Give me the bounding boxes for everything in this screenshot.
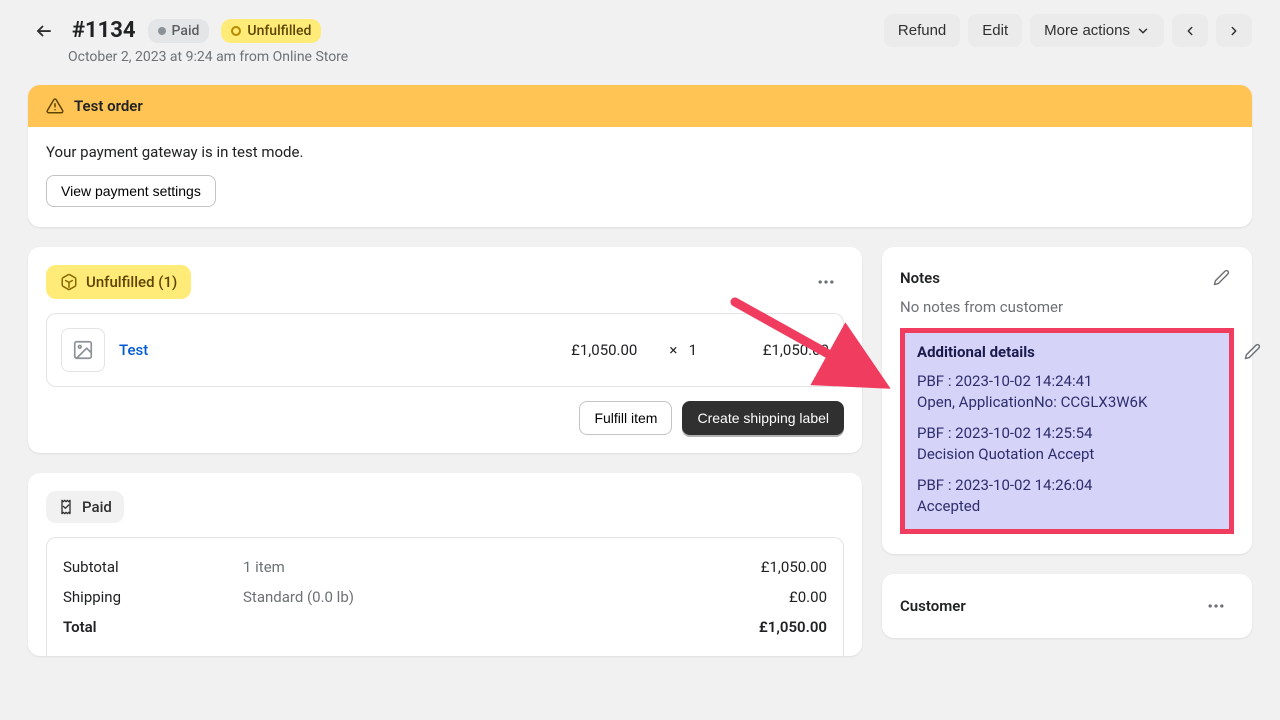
product-thumbnail	[61, 328, 105, 372]
order-subheader: October 2, 2023 at 9:24 am from Online S…	[68, 49, 1252, 65]
additional-details-box: Additional details PBF : 2023-10-02 14:2…	[900, 328, 1234, 534]
test-order-banner: Test order Your payment gateway is in te…	[28, 85, 1252, 227]
line-item: Test £1,050.00 × 1 £1,050.00	[46, 313, 844, 387]
banner-title: Test order	[74, 97, 143, 115]
refund-button[interactable]: Refund	[884, 14, 960, 47]
customer-more-button[interactable]	[1198, 592, 1234, 620]
paid-card-badge: Paid	[46, 491, 124, 523]
dots-icon	[816, 272, 836, 292]
notes-empty-text: No notes from customer	[900, 298, 1234, 316]
order-title: #1134	[72, 18, 136, 43]
qty: × 1	[669, 341, 697, 359]
customer-title: Customer	[900, 597, 966, 615]
chevron-left-icon	[1183, 24, 1197, 38]
more-actions-button[interactable]: More actions	[1030, 14, 1164, 47]
dot-icon	[158, 27, 166, 35]
payment-card: Paid Subtotal 1 item £1,050.00 Shipping …	[28, 473, 862, 656]
warning-icon	[46, 97, 64, 115]
subtotal-row: Subtotal 1 item £1,050.00	[63, 552, 827, 582]
additional-details-title: Additional details	[917, 343, 1217, 361]
ring-icon	[231, 26, 241, 36]
view-payment-settings-button[interactable]: View payment settings	[46, 175, 216, 207]
unit-price: £1,050.00	[527, 341, 637, 359]
next-order-button[interactable]	[1216, 14, 1252, 47]
prev-order-button[interactable]	[1172, 14, 1208, 47]
edit-button[interactable]: Edit	[968, 14, 1022, 47]
dots-icon	[1206, 596, 1226, 616]
fulfillment-card: Unfulfilled (1) Test £1,050.00 × 1	[28, 247, 862, 453]
banner-body-text: Your payment gateway is in test mode.	[46, 143, 1234, 161]
line-total: £1,050.00	[729, 341, 829, 359]
receipt-icon	[58, 499, 74, 515]
create-shipping-label-button[interactable]: Create shipping label	[682, 401, 844, 435]
edit-additional-details-button[interactable]	[1244, 343, 1261, 360]
pencil-icon	[1213, 269, 1230, 286]
paid-status-badge: Paid	[148, 19, 210, 43]
shipping-row: Shipping Standard (0.0 lb) £0.00	[63, 582, 827, 612]
box-icon	[60, 273, 78, 291]
detail-entry: PBF : 2023-10-02 14:26:04 Accepted	[917, 475, 1217, 517]
notes-card: Notes No notes from customer Additional …	[882, 247, 1252, 554]
fulfillment-more-button[interactable]	[808, 268, 844, 296]
total-row: Total £1,050.00	[63, 612, 827, 642]
totals-table: Subtotal 1 item £1,050.00 Shipping Stand…	[46, 537, 844, 656]
back-button[interactable]	[28, 15, 60, 47]
pencil-icon	[1244, 343, 1261, 360]
image-icon	[72, 339, 94, 361]
unfulfilled-status-badge: Unfulfilled	[221, 19, 321, 43]
edit-notes-button[interactable]	[1209, 265, 1234, 290]
unfulfilled-card-badge: Unfulfilled (1)	[46, 265, 191, 299]
product-name-link[interactable]: Test	[119, 341, 513, 359]
customer-card: Customer	[882, 574, 1252, 638]
detail-entry: PBF : 2023-10-02 14:25:54 Decision Quota…	[917, 423, 1217, 465]
fulfill-item-button[interactable]: Fulfill item	[579, 401, 672, 435]
detail-entry: PBF : 2023-10-02 14:24:41 Open, Applicat…	[917, 371, 1217, 413]
notes-title: Notes	[900, 269, 940, 287]
chevron-down-icon	[1136, 24, 1150, 38]
chevron-right-icon	[1227, 24, 1241, 38]
